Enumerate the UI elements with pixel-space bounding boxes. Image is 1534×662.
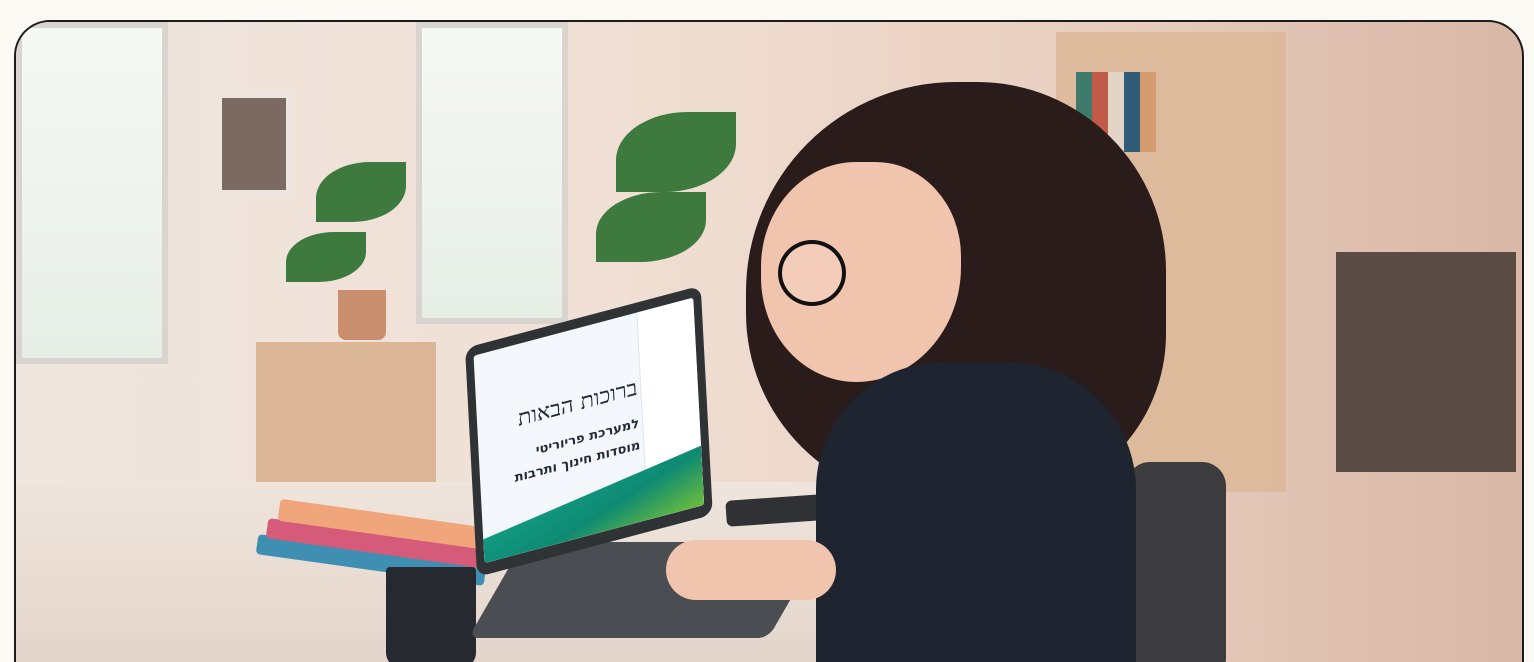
window-center <box>416 22 568 324</box>
office-chair <box>1126 462 1226 662</box>
person-hands <box>666 540 836 600</box>
plant-center-leaf <box>616 112 736 192</box>
plant-center-leaf <box>596 192 706 262</box>
dark-shelf <box>1336 252 1516 472</box>
photo-frame: ברוכות הבאות למערכת פריוריטי מוסדות חינו… <box>14 20 1524 662</box>
glasses-icon <box>778 240 846 306</box>
plant-left-leaf <box>316 162 406 222</box>
laptop-display: ברוכות הבאות למערכת פריוריטי מוסדות חינו… <box>473 297 705 564</box>
plant-left-pot <box>338 290 386 340</box>
person-jacket <box>816 362 1136 662</box>
coffee-mug <box>386 567 476 662</box>
window-left <box>16 22 168 364</box>
plant-left-leaf <box>286 232 366 282</box>
wall-frame <box>216 92 292 196</box>
